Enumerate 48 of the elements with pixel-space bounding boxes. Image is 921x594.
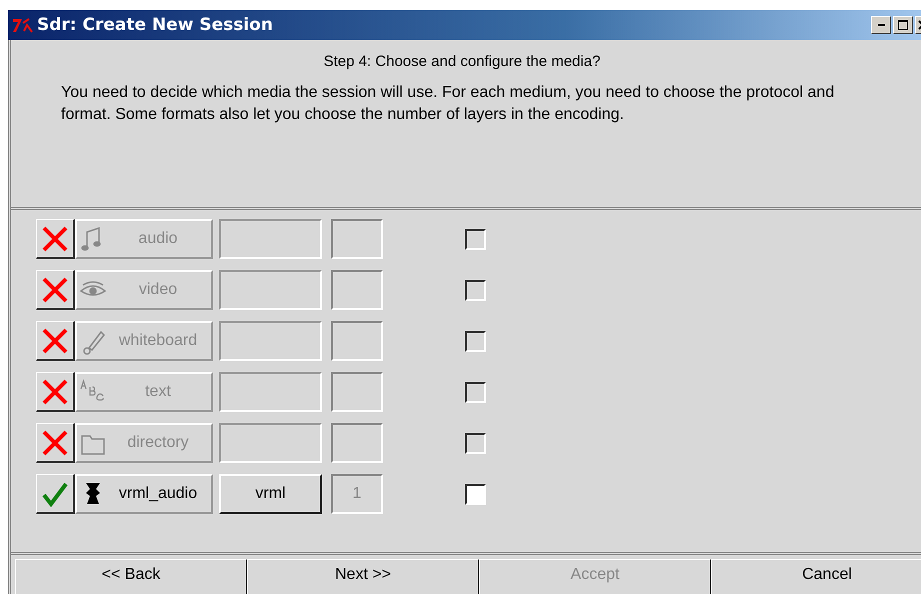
toggle-button[interactable] bbox=[36, 474, 75, 514]
media-name: directory bbox=[126, 434, 190, 452]
check-icon bbox=[41, 480, 69, 506]
media-button[interactable]: whiteboard bbox=[75, 321, 213, 361]
step-title: Step 4: Choose and configure the media? bbox=[322, 53, 602, 70]
dialog-button[interactable]: Cancel bbox=[711, 559, 921, 594]
checkbox[interactable] bbox=[465, 228, 486, 250]
media-name: vrml_audio bbox=[118, 485, 198, 503]
maximize-button[interactable] bbox=[893, 16, 913, 34]
description-text: You need to decide which media the session will use. For each medium, you need to choose the protocol and format. Some formats also let you choose the number of layers in the encoding. bbox=[61, 83, 836, 125]
cross-icon bbox=[41, 224, 69, 252]
layers-field bbox=[331, 321, 383, 361]
checkbox[interactable] bbox=[465, 484, 486, 504]
toggle-button[interactable] bbox=[36, 270, 75, 310]
media-name: audio bbox=[137, 230, 179, 248]
toggle-button[interactable] bbox=[36, 321, 75, 361]
dialog-button[interactable]: << Back bbox=[15, 559, 247, 594]
media-button[interactable]: vrml_audio bbox=[75, 474, 213, 514]
media-button[interactable]: video bbox=[75, 270, 213, 310]
media-button[interactable]: audio bbox=[75, 219, 213, 259]
protocol-button[interactable]: vrml bbox=[219, 474, 322, 514]
toggle-button[interactable] bbox=[36, 423, 75, 463]
tk-logo-icon bbox=[12, 17, 34, 33]
dialog-button[interactable]: Next >> bbox=[247, 559, 479, 594]
layers-field bbox=[331, 219, 383, 259]
layers-field bbox=[331, 423, 383, 463]
media-name: whiteboard bbox=[118, 332, 198, 350]
media-name: video bbox=[138, 281, 178, 299]
media-button[interactable]: directory bbox=[75, 423, 213, 463]
checkbox[interactable] bbox=[465, 382, 486, 402]
minimize-icon bbox=[878, 24, 884, 26]
window-title: Sdr: Create New Session bbox=[37, 15, 274, 35]
toggle-button[interactable] bbox=[36, 372, 75, 412]
layers-field bbox=[331, 372, 383, 412]
toggle-button[interactable] bbox=[36, 219, 75, 259]
checkbox[interactable] bbox=[465, 280, 486, 300]
media-name: text bbox=[144, 383, 172, 401]
checkbox[interactable] bbox=[465, 330, 486, 352]
maximize-icon bbox=[898, 20, 908, 30]
cross-icon bbox=[41, 276, 69, 304]
minimize-button[interactable] bbox=[871, 16, 891, 34]
cross-icon bbox=[41, 326, 69, 354]
layers-field: 1 bbox=[331, 474, 383, 514]
checkbox[interactable] bbox=[465, 432, 486, 454]
layers-field bbox=[331, 270, 383, 310]
cross-icon bbox=[41, 378, 69, 406]
media-button[interactable]: text bbox=[75, 372, 213, 412]
cross-icon bbox=[41, 428, 69, 456]
